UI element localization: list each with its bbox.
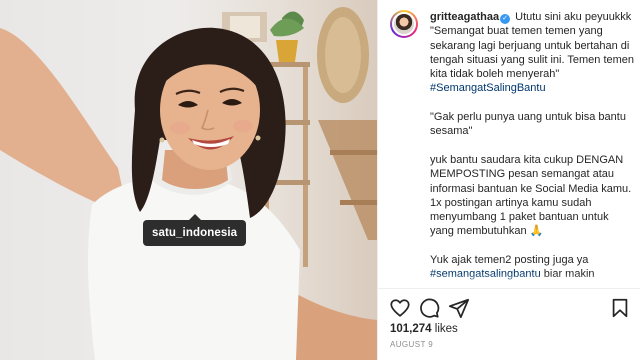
user-tag[interactable]: satu_indonesia xyxy=(143,214,247,246)
comment-icon[interactable] xyxy=(418,297,440,319)
hashtag-link[interactable]: #SemangatSalingBantu xyxy=(430,82,546,94)
post-date[interactable]: AUGUST 9 xyxy=(390,340,433,349)
avatar-image xyxy=(392,12,416,36)
selfie-illustration xyxy=(0,7,377,360)
verified-badge-icon: ✓ xyxy=(500,14,511,24)
likes-number: 101,274 xyxy=(390,323,432,335)
caption-fade xyxy=(378,274,640,288)
username-link[interactable]: gritteagathaa xyxy=(430,11,499,23)
caption-body: yuk bantu saudara kita cukup DENGAN MEMP… xyxy=(430,153,632,238)
heart-icon[interactable] xyxy=(389,297,411,319)
post-sidebar: gritteagathaa ✓ Ututu sini aku peyuukkk "… xyxy=(377,0,640,360)
post-photo[interactable]: satu_indonesia xyxy=(0,0,377,360)
left-arm xyxy=(0,28,128,215)
share-icon[interactable] xyxy=(448,297,470,319)
caption-quote: "Gak perlu punya uang untuk bisa bantu s… xyxy=(430,111,626,138)
avatar[interactable] xyxy=(390,10,418,38)
wooden-ladder xyxy=(318,120,377,240)
caption-area: gritteagathaa ✓ Ututu sini aku peyuukkk "… xyxy=(378,0,640,288)
post-caption: gritteagathaa ✓ Ututu sini aku peyuukkk "… xyxy=(430,10,635,288)
plant-pot xyxy=(276,40,298,62)
likes-count[interactable]: 101,274 likes xyxy=(390,323,458,335)
likes-unit: likes xyxy=(434,323,458,335)
bookmark-icon[interactable] xyxy=(609,297,631,319)
caption-closing: Yuk ajak temen2 posting juga ya xyxy=(430,254,589,267)
action-bar: 101,274 likes AUGUST 9 xyxy=(378,288,640,360)
